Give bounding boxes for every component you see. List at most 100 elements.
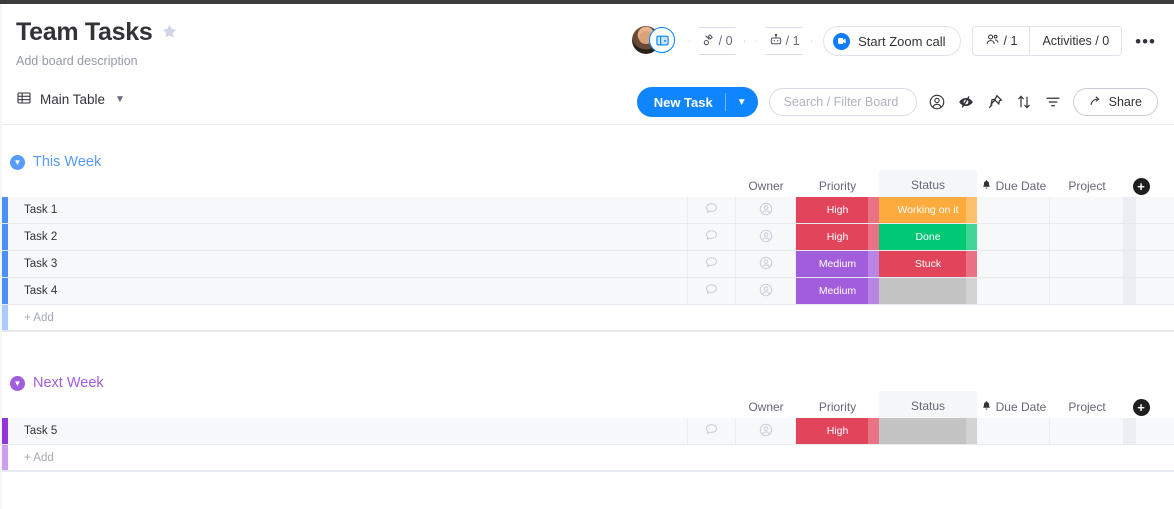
row-chat-button[interactable] (688, 224, 736, 250)
add-item-row[interactable]: + Add (2, 445, 1174, 471)
search-input[interactable]: Search / Filter Board (769, 88, 917, 116)
chevron-down-circle-icon[interactable]: ▼ (10, 376, 25, 391)
cell-priority[interactable]: Medium (796, 251, 879, 277)
share-arrow-icon (1089, 94, 1103, 111)
start-zoom-call-button[interactable]: Start Zoom call (823, 26, 960, 56)
status-chip (879, 278, 977, 304)
cell-priority[interactable]: High (796, 224, 879, 250)
cell-due-date[interactable] (977, 251, 1050, 277)
table-row[interactable]: Task 5 High (2, 418, 1174, 445)
share-label: Share (1109, 95, 1142, 109)
group-table: OwnerPriorityStatus Due DateProject + Ta… (2, 175, 1174, 332)
row-chat-button[interactable] (688, 278, 736, 304)
integrations-button[interactable]: / 0 (689, 27, 745, 55)
status-chip (879, 418, 977, 444)
cell-status[interactable]: Done (879, 224, 977, 250)
new-task-button[interactable]: New Task ▼ (637, 87, 758, 117)
cell-project[interactable] (1050, 278, 1124, 304)
group-header[interactable]: ▼ This Week (2, 149, 1174, 175)
group-title[interactable]: Next Week (33, 375, 104, 391)
column-header-status[interactable]: Status (879, 170, 977, 199)
row-task-name[interactable]: Task 4 (8, 278, 688, 304)
column-header-owner[interactable]: Owner (736, 175, 796, 197)
column-headers: OwnerPriorityStatus Due DateProject + (2, 175, 1174, 197)
add-item-label[interactable]: + Add (8, 445, 688, 470)
priority-label: Medium (819, 258, 856, 270)
page-title[interactable]: Team Tasks (16, 20, 152, 45)
column-header-due_date[interactable]: Due Date (977, 396, 1050, 418)
activities-button[interactable]: Activities / 0 (1029, 27, 1121, 55)
table-row[interactable]: Task 2 High Done (2, 224, 1174, 251)
column-header-priority[interactable]: Priority (796, 175, 879, 197)
cell-project[interactable] (1050, 418, 1124, 444)
share-button[interactable]: Share (1073, 88, 1158, 116)
row-task-name[interactable]: Task 2 (8, 224, 688, 250)
column-header-label: Project (1068, 179, 1105, 193)
new-task-chevron-down-icon[interactable]: ▼ (726, 97, 758, 108)
plus-circle-icon[interactable]: + (1133, 178, 1150, 195)
add-item-label[interactable]: + Add (8, 305, 688, 330)
board-badge-icon[interactable] (649, 27, 675, 53)
column-header-project[interactable]: Project (1050, 396, 1124, 418)
tab-main-table[interactable]: Main Table ▼ (16, 90, 125, 109)
cell-owner[interactable] (736, 418, 796, 444)
column-header-label: Due Date (996, 179, 1047, 193)
cell-owner[interactable] (736, 251, 796, 277)
pin-icon[interactable] (986, 93, 1004, 111)
column-headers: OwnerPriorityStatus Due DateProject + (2, 396, 1174, 418)
row-task-name[interactable]: Task 5 (8, 418, 688, 444)
cell-priority[interactable]: Medium (796, 278, 879, 304)
cell-status[interactable] (879, 418, 977, 444)
cell-status[interactable]: Working on it (879, 197, 977, 223)
row-task-name[interactable]: Task 1 (8, 197, 688, 223)
column-header-owner[interactable]: Owner (736, 396, 796, 418)
avatar[interactable] (632, 26, 678, 56)
cell-priority[interactable]: High (796, 197, 879, 223)
cell-due-date[interactable] (977, 278, 1050, 304)
cell-project[interactable] (1050, 224, 1124, 250)
table-row[interactable]: Task 1 High Working on it (2, 197, 1174, 224)
status-label: Done (915, 231, 940, 243)
column-header-label: Owner (748, 179, 783, 193)
board-description[interactable]: Add board description (16, 54, 178, 68)
cell-project[interactable] (1050, 197, 1124, 223)
person-filter-icon[interactable] (928, 93, 946, 111)
cell-status[interactable] (879, 278, 977, 304)
cell-owner[interactable] (736, 278, 796, 304)
people-icon (985, 32, 1000, 50)
column-header-project[interactable]: Project (1050, 175, 1124, 197)
integrations-icon (702, 33, 716, 50)
plus-circle-icon[interactable]: + (1133, 399, 1150, 416)
board-members-button[interactable]: / 1 (973, 27, 1030, 55)
column-header-status[interactable]: Status (879, 391, 977, 420)
board-more-menu-button[interactable]: ••• (1133, 33, 1158, 50)
group-title[interactable]: This Week (33, 154, 101, 170)
cell-status[interactable]: Stuck (879, 251, 977, 277)
row-task-name[interactable]: Task 3 (8, 251, 688, 277)
chevron-down-circle-icon[interactable]: ▼ (10, 155, 25, 170)
table-row[interactable]: Task 4 Medium (2, 278, 1174, 305)
column-header-priority[interactable]: Priority (796, 396, 879, 418)
row-chat-button[interactable] (688, 418, 736, 444)
group-header[interactable]: ▼ Next Week (2, 370, 1174, 396)
add-item-row[interactable]: + Add (2, 305, 1174, 331)
priority-fold (868, 418, 879, 444)
row-task-name-label: Task 4 (24, 285, 57, 297)
filter-icon[interactable] (1044, 93, 1062, 111)
star-icon[interactable] (161, 23, 178, 43)
cell-owner[interactable] (736, 197, 796, 223)
eye-slash-icon[interactable] (957, 93, 975, 111)
cell-due-date[interactable] (977, 224, 1050, 250)
cell-due-date[interactable] (977, 197, 1050, 223)
cell-owner[interactable] (736, 224, 796, 250)
automations-button[interactable]: / 1 (756, 27, 812, 55)
row-chat-button[interactable] (688, 251, 736, 277)
cell-priority[interactable]: High (796, 418, 879, 444)
sort-icon[interactable] (1015, 93, 1033, 111)
row-chat-button[interactable] (688, 197, 736, 223)
chevron-down-icon[interactable]: ▼ (115, 94, 125, 105)
table-row[interactable]: Task 3 Medium Stuck (2, 251, 1174, 278)
column-header-due_date[interactable]: Due Date (977, 175, 1050, 197)
cell-due-date[interactable] (977, 418, 1050, 444)
cell-project[interactable] (1050, 251, 1124, 277)
